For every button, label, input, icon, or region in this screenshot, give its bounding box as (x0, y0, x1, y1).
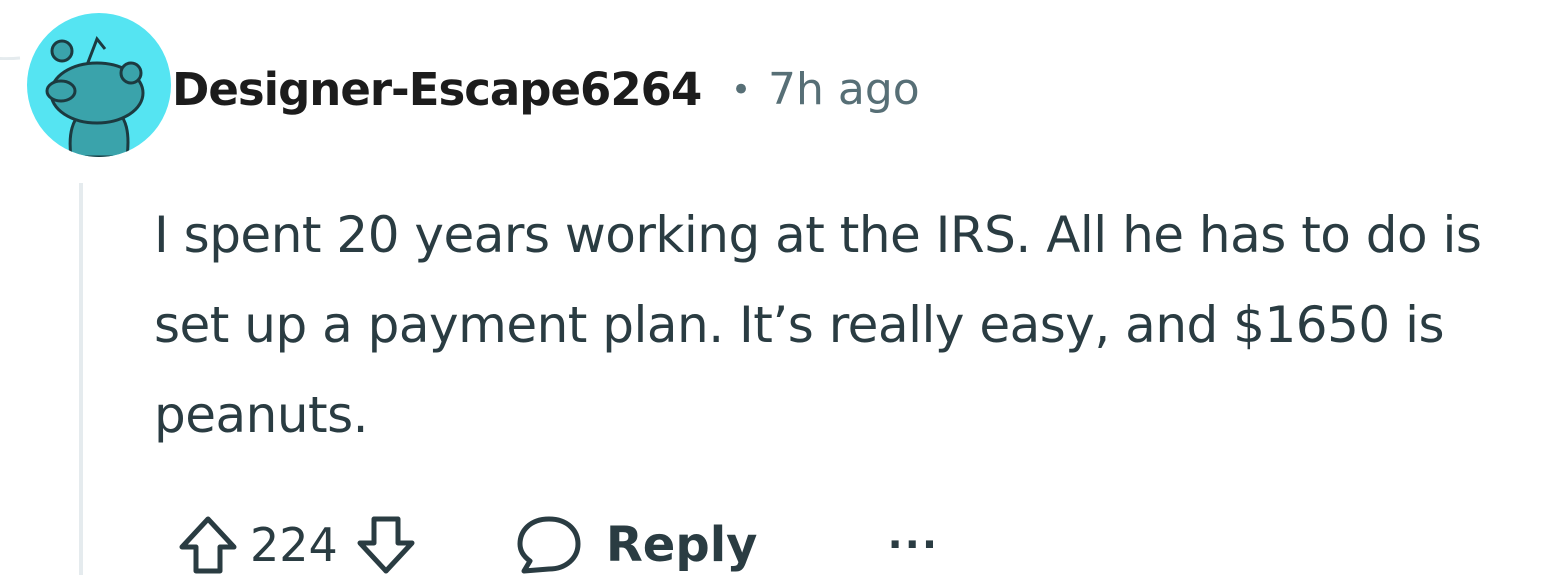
comment-timestamp[interactable]: 7h ago (768, 58, 920, 122)
more-options-button[interactable]: ··· (887, 507, 939, 583)
vote-score: 224 (250, 518, 338, 572)
speech-bubble-icon (517, 516, 581, 574)
avatar[interactable] (27, 13, 171, 157)
parent-thread-curve (0, 56, 21, 60)
arrow-down-icon (357, 516, 415, 574)
downvote-button[interactable] (348, 507, 424, 583)
reply-label: Reply (605, 517, 758, 573)
comment: Designer-Escape6264 • 7h ago I spent 20 … (0, 0, 1549, 575)
ellipsis-icon: ··· (887, 522, 940, 568)
author-username[interactable]: Designer-Escape6264 (172, 58, 702, 122)
comment-body: I spent 20 years working at the IRS. All… (154, 206, 1482, 444)
thread-line[interactable] (79, 183, 83, 575)
comment-actions: 224 Reply ··· (170, 505, 939, 585)
meta-separator: • (731, 70, 752, 110)
reply-button[interactable]: Reply (514, 507, 758, 583)
upvote-button[interactable] (170, 507, 246, 583)
snoo-avatar-icon (45, 36, 145, 157)
arrow-up-icon (179, 516, 237, 574)
